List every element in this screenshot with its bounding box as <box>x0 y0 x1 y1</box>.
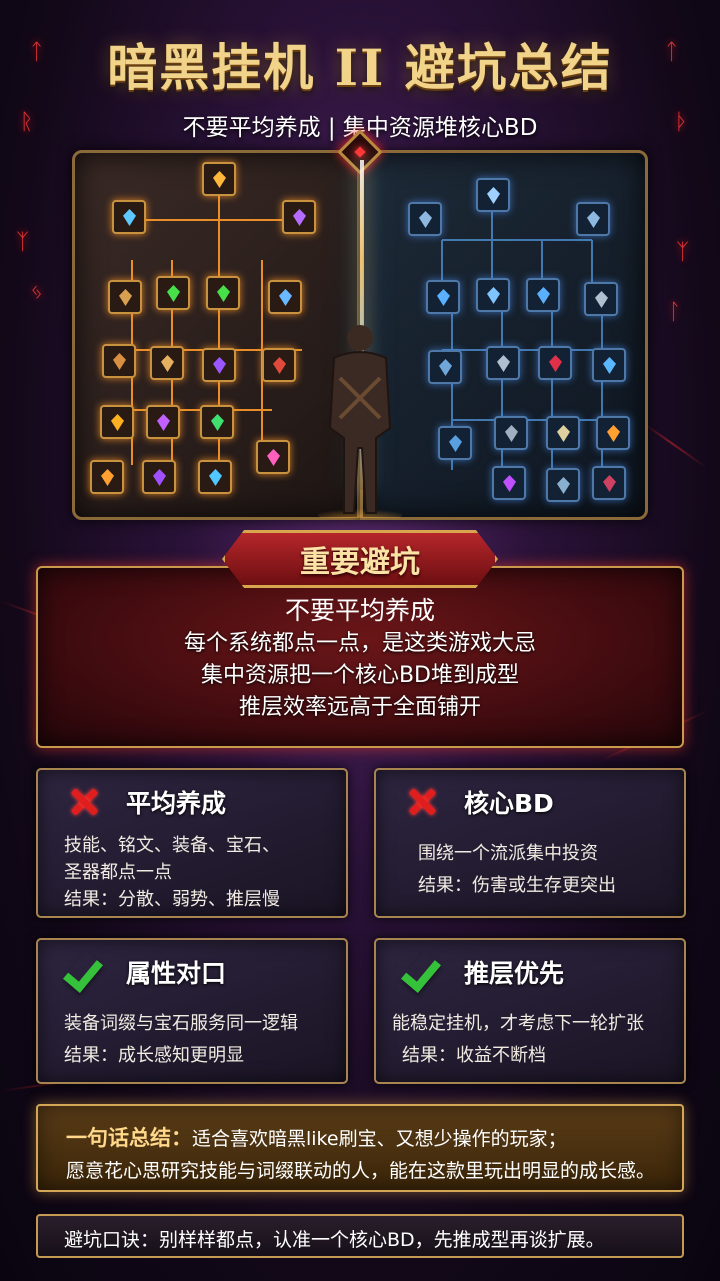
card-line: 结果：收益不断档 <box>402 1045 546 1066</box>
x-mark-icon <box>64 784 104 820</box>
card-line: 圣器都点一点 <box>64 862 172 883</box>
card-line: 装备词缀与宝石服务同一逻辑 <box>64 1013 298 1034</box>
page-title: 暗黑挂机 II 避坑总结 <box>107 38 613 97</box>
check-mark-icon <box>402 954 442 990</box>
card-title: 平均养成 <box>126 789 227 818</box>
summary-line: 愿意花心思研究技能与词缀联动的人，能在这款里玩出明显的成长感。 <box>66 1160 656 1182</box>
summary-text: 适合喜欢暗黑like刷宝、又想少操作的玩家； <box>192 1128 567 1150</box>
summary-line: 一句话总结：适合喜欢暗黑like刷宝、又想少操作的玩家； <box>66 1122 567 1152</box>
summary-panel: 一句话总结：适合喜欢暗黑like刷宝、又想少操作的玩家； 愿意花心思研究技能与词… <box>36 1104 684 1192</box>
card-push-floor-first: 推层优先 能稳定挂机，才考虑下一轮扩张 结果：收益不断档 <box>374 938 686 1084</box>
card-average-development: 平均养成 技能、铭文、装备、宝石、 圣器都点一点 结果：分散、弱势、推层慢 <box>36 768 348 918</box>
card-title: 属性对口 <box>126 959 227 988</box>
motto-panel: 避坑口诀：别样样都点，认准一个核心BD，先推成型再谈扩展。 <box>36 1214 684 1258</box>
warning-heading: 不要平均养成 <box>284 596 435 625</box>
card-line: 技能、铭文、装备、宝石、 <box>64 835 280 856</box>
card-attribute-match: 属性对口 装备词缀与宝石服务同一逻辑 结果：成长感知更明显 <box>36 938 348 1084</box>
warrior-figure-icon <box>318 325 402 518</box>
warning-line: 每个系统都点一点，是这类游戏大忌 <box>183 631 536 656</box>
card-core-bd: 核心BD 围绕一个流派集中投资 结果：伤害或生存更突出 <box>374 768 686 918</box>
warning-line: 集中资源把一个核心BD堆到成型 <box>200 663 520 688</box>
card-title: 推层优先 <box>464 959 565 988</box>
card-line: 结果：伤害或生存更突出 <box>418 875 616 896</box>
x-mark-icon <box>402 784 442 820</box>
card-line: 结果：成长感知更明显 <box>64 1045 244 1066</box>
check-mark-icon <box>64 954 104 990</box>
card-line: 围绕一个流派集中投资 <box>418 843 598 864</box>
summary-label: 一句话总结： <box>66 1126 192 1150</box>
warning-banner-label: 重要避坑 <box>300 545 420 580</box>
warning-line: 推层效率远高于全面铺开 <box>238 695 481 720</box>
card-line: 能稳定挂机，才考虑下一轮扩张 <box>392 1013 644 1034</box>
card-line: 结果：分散、弱势、推层慢 <box>64 889 280 910</box>
warning-banner: 重要避坑 <box>222 530 498 588</box>
motto-text: 避坑口诀：别样样都点，认准一个核心BD，先推成型再谈扩展。 <box>64 1229 605 1251</box>
warning-text: 不要平均养成 每个系统都点一点，是这类游戏大忌 集中资源把一个核心BD堆到成型 … <box>36 594 684 724</box>
card-title: 核心BD <box>464 789 554 818</box>
